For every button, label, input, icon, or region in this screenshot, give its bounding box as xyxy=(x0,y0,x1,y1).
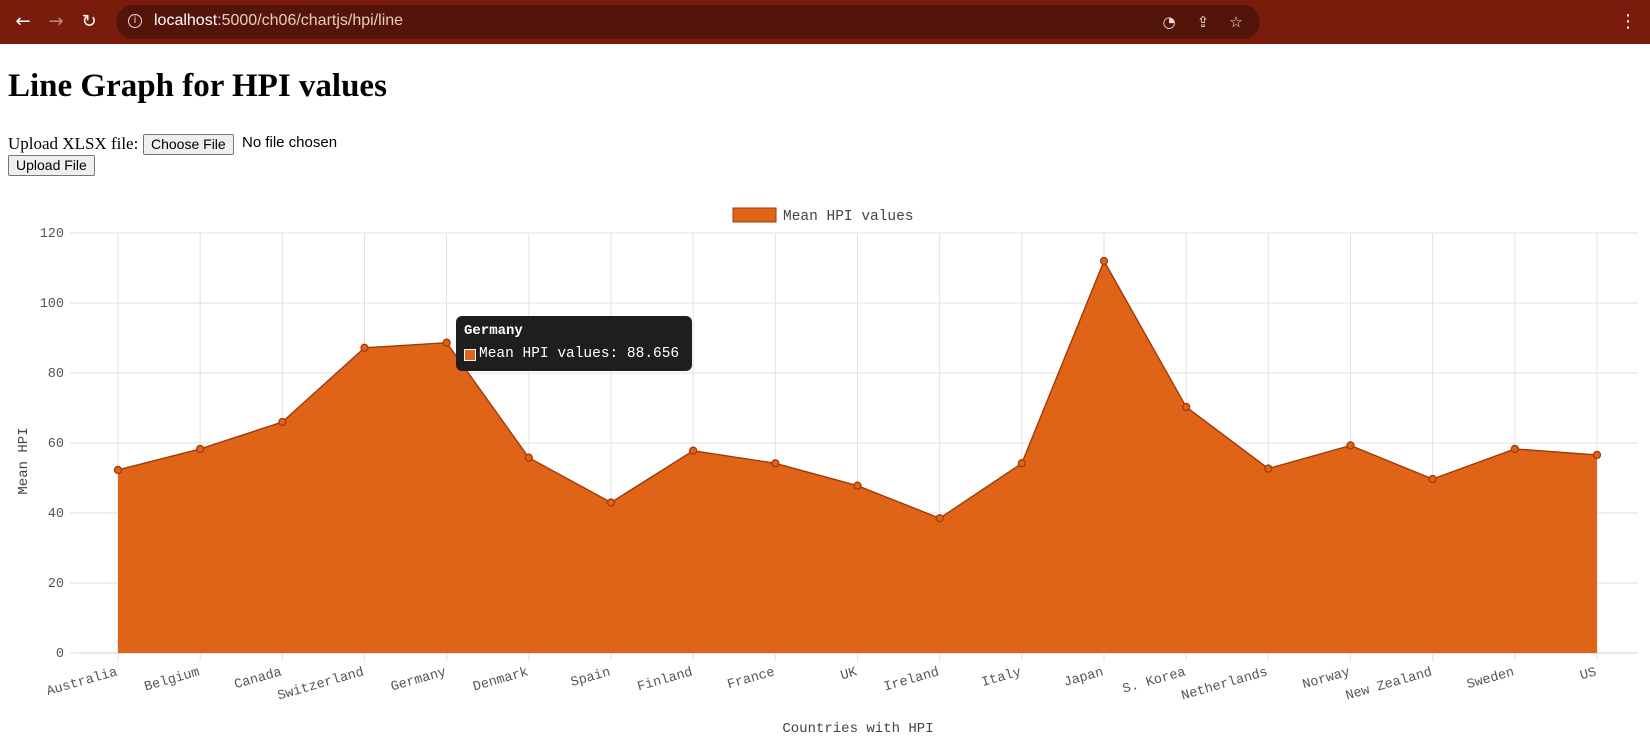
forward-icon[interactable]: → xyxy=(43,9,69,35)
legend-label: Mean HPI values xyxy=(783,209,914,225)
y-tick-label: 120 xyxy=(40,227,64,242)
data-point xyxy=(113,465,123,475)
y-axis-ticks: 0 20 40 60 80 100 120 xyxy=(40,227,64,662)
tooltip-title: Germany xyxy=(464,323,523,339)
share-icon[interactable]: ⇪ xyxy=(1192,11,1214,33)
y-tick-label: 100 xyxy=(40,297,64,312)
data-point xyxy=(1592,450,1602,460)
x-tick-label: France xyxy=(726,665,777,693)
x-tick-label: Belgium xyxy=(143,665,202,695)
data-point xyxy=(1428,474,1437,484)
data-point xyxy=(771,459,780,468)
x-tick-label: Sweden xyxy=(1465,665,1516,693)
performance-icon[interactable]: ◔ xyxy=(1158,11,1180,33)
kebab-menu-icon[interactable]: ⋮ xyxy=(1618,9,1638,35)
data-point xyxy=(1099,256,1109,266)
x-tick-label: Australia xyxy=(45,665,119,700)
data-point xyxy=(935,514,944,523)
x-tick-label: US xyxy=(1579,665,1599,684)
x-tick-label: Ireland xyxy=(882,665,941,695)
y-axis-title: Mean HPI xyxy=(16,427,32,494)
address-bar[interactable]: i localhost:5000/ch06/chartjs/hpi/line ◔… xyxy=(116,5,1260,39)
no-file-text: No file chosen xyxy=(242,134,338,151)
data-point xyxy=(606,498,616,507)
x-tick-label: UK xyxy=(839,665,860,684)
x-tick-label: Finland xyxy=(636,665,695,695)
data-point xyxy=(278,417,287,427)
legend-swatch xyxy=(732,207,777,223)
x-tick-label: Switzerland xyxy=(276,665,366,704)
choose-file-button[interactable]: Choose File xyxy=(143,134,234,155)
y-tick-label: 20 xyxy=(48,577,64,592)
reload-icon[interactable]: ↻ xyxy=(76,9,102,35)
x-tick-label: Netherlands xyxy=(1180,665,1270,704)
hpi-line-chart: 020406080100120 Australia Belgium CanadaSw… xyxy=(16,207,1638,737)
data-point xyxy=(360,343,369,352)
y-tick-label: 0 xyxy=(56,647,64,662)
y-tick-label: 60 xyxy=(48,437,64,452)
data-point xyxy=(196,444,205,454)
data-point xyxy=(1182,402,1191,412)
data-point xyxy=(689,446,698,455)
data-point xyxy=(1017,459,1026,468)
x-tick-label: S. Korea xyxy=(1121,665,1187,697)
data-point xyxy=(1510,444,1519,454)
x-tick-label: Denmark xyxy=(472,665,531,695)
x-tick-label: Italy xyxy=(980,665,1023,691)
url-text[interactable]: localhost:5000/ch06/chartjs/hpi/line xyxy=(154,12,403,30)
page-title: Line Graph for HPI values xyxy=(8,68,387,104)
legend[interactable]: Mean HPI values xyxy=(732,207,914,225)
x-tick-label: Japan xyxy=(1062,665,1105,691)
data-point xyxy=(1346,441,1355,450)
data-point xyxy=(442,338,451,347)
data-point xyxy=(1264,464,1273,473)
x-tick-label: Germany xyxy=(389,665,448,695)
tooltip-swatch xyxy=(464,349,476,361)
y-tick-label: 80 xyxy=(48,367,64,382)
x-axis-title: Countries with HPI xyxy=(782,721,933,737)
x-axis-ticks: Australia Belgium CanadaSwitzerland Germany… xyxy=(45,665,1598,704)
data-point xyxy=(853,481,862,490)
chart-tooltip: Germany Mean HPI values: 88.656 xyxy=(456,316,692,371)
data-point xyxy=(524,453,533,462)
bookmark-star-icon[interactable]: ☆ xyxy=(1225,11,1247,33)
upload-file-button[interactable]: Upload File xyxy=(8,155,95,176)
x-tick-label: Spain xyxy=(569,665,612,691)
y-tick-label: 40 xyxy=(48,507,64,522)
upload-label: Upload XLSX file: xyxy=(8,134,139,153)
site-info-icon[interactable]: i xyxy=(128,14,142,28)
browser-toolbar: ← → ↻ i localhost:5000/ch06/chartjs/hpi/… xyxy=(0,0,1650,44)
back-icon[interactable]: ← xyxy=(10,9,36,35)
x-tick-label: New Zealand xyxy=(1344,665,1434,704)
tooltip-label: Mean HPI values: 88.656 xyxy=(479,346,680,362)
